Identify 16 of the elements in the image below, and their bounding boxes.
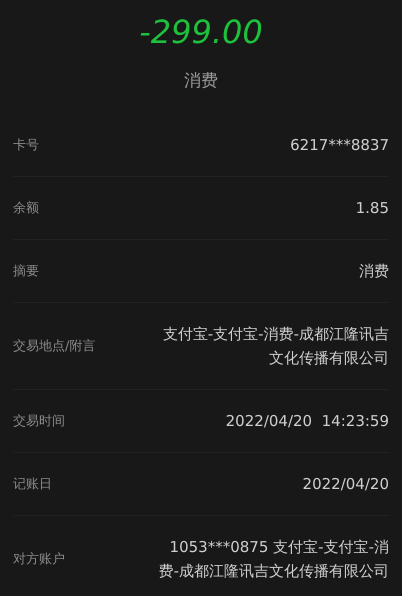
field-label: 卡号 <box>13 137 39 154</box>
field-label: 余额 <box>13 200 39 217</box>
field-value: 2022/04/20 14:23:59 <box>226 411 389 432</box>
field-value: 1.85 <box>356 198 389 219</box>
field-label: 交易地点/附言 <box>13 338 96 355</box>
field-value: 消费 <box>359 261 389 282</box>
field-value: 2022/04/20 <box>302 474 389 495</box>
field-label: 交易时间 <box>13 413 65 430</box>
field-value: 支付宝-支付宝-消费-成都江隆讯吉文化传播有限公司 <box>162 324 389 369</box>
amount-text: -299.00 <box>139 12 263 52</box>
transaction-type-text: 消费 <box>184 70 218 92</box>
field-label: 对方账户 <box>13 551 65 568</box>
field-label: 摘要 <box>13 263 39 280</box>
field-value: 1053***0875 支付宝-支付宝-消费-成都江隆讯吉文化传播有限公司 <box>158 537 389 582</box>
field-label: 记账日 <box>13 476 52 493</box>
field-value: 6217***8837 <box>290 135 389 156</box>
